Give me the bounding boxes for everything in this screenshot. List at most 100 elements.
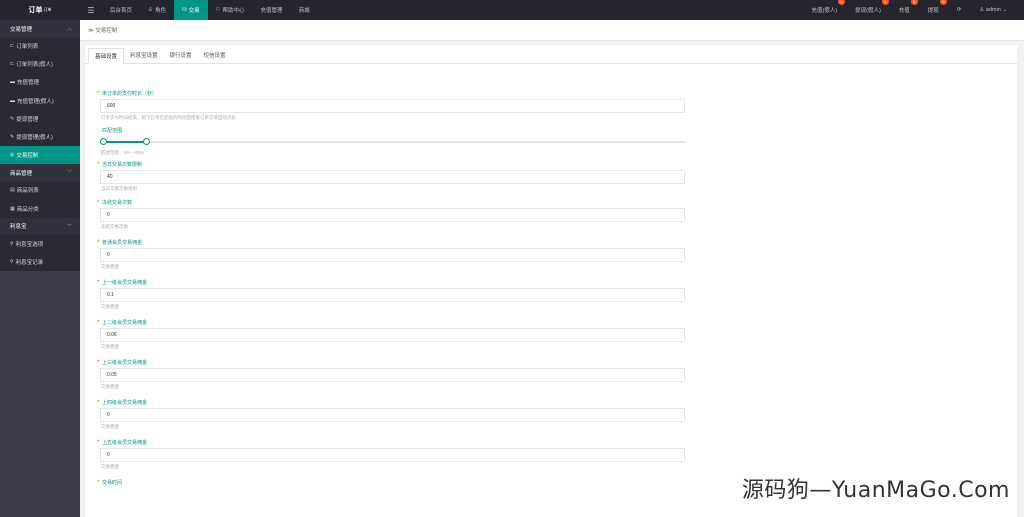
level1-commission-input[interactable]: 0.1: [100, 288, 685, 302]
dashboard-icon: ◎: [10, 152, 15, 159]
sidebar-item-recharge-fake[interactable]: ▬ 充值管理(假人): [0, 91, 80, 110]
breadcrumb: ≫ 交易控制: [80, 20, 1024, 41]
freeze-times-field: 冻结交易次数 0 冻结交易次数: [97, 199, 685, 231]
menu-toggle-icon[interactable]: ☰: [80, 6, 102, 15]
notification-badge: 0: [939, 0, 947, 5]
order-timeout-field: 未订单的支付时长（秒） 600 订单支付时间结束，则下订单在此处的时间后结束订单…: [97, 90, 685, 122]
daily-limit-field: 当日交易次数限制 40 当日交易次数限制: [97, 161, 685, 193]
field-label: 普通会员交易佣金: [97, 239, 685, 248]
slider-handle-min[interactable]: [100, 138, 107, 145]
sidebar-item-interest-records[interactable]: ⚲ 利息宝记录: [0, 252, 80, 272]
topnav-role[interactable]: ♙ 角色: [140, 0, 174, 20]
sidebar-item-recharge[interactable]: ▬ 充值管理: [0, 73, 80, 92]
settings-tabs: 基础设置 利息宝设置 银行设置 短信设置: [85, 48, 1017, 64]
sidebar-group-trade[interactable]: 交易管理 ︿: [0, 20, 80, 37]
topnav-recharge[interactable]: 充值管理: [253, 0, 291, 20]
notification-badge: 0: [881, 0, 889, 5]
watermark: 源码狗—YuanMaGo.Com: [737, 471, 1014, 505]
field-label: 冻结交易次数: [97, 199, 685, 208]
daily-limit-input[interactable]: 40: [100, 170, 685, 184]
recharge-link[interactable]: 充值 0: [890, 0, 919, 14]
sidebar-item-orders-fake[interactable]: ⊏ 订单列表(假人): [0, 55, 80, 74]
range-slider[interactable]: [100, 136, 685, 148]
field-help: 交易佣金: [101, 424, 119, 429]
sidebar-item-interest-options[interactable]: ⚲ 利息宝选项: [0, 234, 80, 253]
order-timeout-input[interactable]: 600: [100, 99, 685, 113]
field-help: 交易佣金: [101, 304, 119, 309]
top-nav: 后台首页 ♙ 角色 ⛁ 交易 ⚐ 帮助中心 充值管理 商城: [102, 0, 318, 20]
topnav-home[interactable]: 后台首页: [102, 0, 140, 20]
level2-commission-input[interactable]: 0.06: [100, 328, 685, 342]
level4-commission-field: 上四级会员交易佣金 0 交易佣金: [97, 399, 685, 431]
level4-commission-input[interactable]: 0: [100, 408, 685, 422]
sidebar-item-withdraw[interactable]: ✎ 提现管理: [0, 109, 80, 128]
sidebar-item-goods-category[interactable]: ▦ 商品分类: [0, 199, 80, 218]
tab-sms[interactable]: 短信设置: [198, 48, 232, 64]
topnav-trade[interactable]: ⛁ 交易: [173, 0, 208, 20]
tab-basic[interactable]: 基础设置: [88, 48, 125, 64]
notification-badge: 0: [838, 0, 846, 5]
cart-icon: ⊏: [10, 61, 15, 68]
level3-commission-field: 上三级会员交易佣金 0.05 交易佣金: [97, 359, 685, 391]
tab-interest[interactable]: 利息宝设置: [124, 48, 164, 64]
sidebar-group-interest[interactable]: 利息宝 ﹀: [0, 217, 80, 235]
normal-commission-field: 普通会员交易佣金 0 交易佣金: [97, 239, 685, 271]
field-help: 交易佣金: [101, 384, 119, 389]
slider-track: [100, 141, 685, 143]
field-label: 上四级会员交易佣金: [97, 399, 685, 408]
field-help: 匹配范围：5% ~ 85%: [101, 150, 145, 155]
level2-commission-field: 上二级会员交易佣金 0.06 交易佣金: [97, 319, 685, 351]
sidebar-item-orders[interactable]: ⊏ 订单列表: [0, 37, 80, 56]
field-label: 未订单的支付时长（秒）: [97, 90, 685, 99]
app-logo[interactable]: 订单 订单: [0, 0, 80, 20]
field-help: 交易佣金: [101, 344, 119, 349]
slider-handle-max[interactable]: [143, 138, 151, 145]
field-label: 上二级会员交易佣金: [97, 319, 685, 328]
freeze-times-input[interactable]: 0: [100, 208, 685, 222]
topnav-help[interactable]: ⚐ 帮助中心: [208, 0, 253, 20]
sidebar-item-goods-list[interactable]: ▤ 商品列表: [0, 181, 80, 200]
normal-commission-input[interactable]: 0: [100, 248, 685, 262]
field-label: 上一级会员交易佣金: [97, 279, 685, 288]
notification-badge: 0: [910, 0, 918, 5]
sidebar-item-withdraw-fake[interactable]: ✎ 提现管理(假人): [0, 127, 80, 147]
database-icon: ⛁: [181, 7, 187, 13]
tab-bank[interactable]: 银行设置: [164, 48, 198, 64]
level1-commission-field: 上一级会员交易佣金 0.1 交易佣金: [97, 279, 685, 311]
topnav-mall[interactable]: 商城: [291, 0, 318, 20]
sidebar-group-goods[interactable]: 商品管理 ﹀: [0, 164, 80, 182]
sidebar-item-trade-control[interactable]: ◎ 交易控制: [0, 146, 80, 165]
chevron-up-icon: ︿: [66, 26, 72, 32]
flag-icon: ⚐: [215, 7, 221, 13]
card-icon: ▬: [10, 97, 15, 104]
recharge-fake-link[interactable]: 充值(假人) 0: [802, 0, 846, 14]
edit-icon: ✎: [10, 115, 15, 122]
refresh-icon[interactable]: ⟳: [948, 7, 971, 13]
list-icon: ▤: [10, 187, 15, 194]
chevron-down-icon: ﹀: [66, 223, 72, 230]
trade-time-field: 交易时间: [97, 479, 685, 488]
field-help: 冻结交易次数: [101, 224, 128, 229]
field-label: 交易时间: [97, 479, 685, 488]
field-label: 上三级会员交易佣金: [97, 359, 685, 368]
withdraw-link[interactable]: 提现 0: [919, 0, 948, 14]
edit-icon: ✎: [10, 134, 15, 141]
chevron-down-icon: ﹀: [66, 170, 72, 177]
withdraw-fake-link[interactable]: 提现(假人) 0: [846, 0, 890, 14]
cart-icon: ⊏: [10, 43, 15, 50]
field-help: 交易佣金: [101, 464, 119, 469]
link-icon: ⚲: [10, 240, 14, 247]
level5-commission-input[interactable]: 0: [100, 448, 685, 462]
admin-menu[interactable]: ♙ admin ⌄: [970, 7, 1016, 13]
card-icon: ▬: [10, 79, 15, 86]
slider-fill: [100, 141, 147, 143]
field-help: 当日交易次数限制: [101, 186, 137, 191]
field-label: 上五级会员交易佣金: [97, 439, 685, 448]
grid-icon: ▦: [10, 205, 15, 212]
settings-form: 未订单的支付时长（秒） 600 订单支付时间结束，则下订单在此处的时间后结束订单…: [97, 90, 685, 488]
field-help: 订单支付时间结束，则下订单在此处的时间后结束订单交易自动流标: [101, 115, 236, 120]
user-icon: ♙: [148, 7, 153, 13]
top-bar: 订单 订单 ☰ 后台首页 ♙ 角色 ⛁ 交易 ⚐ 帮助中心 充值管理 商城 充值(假人)…: [0, 0, 1024, 20]
top-right: 充值(假人) 0 提现(假人) 0 充值 0 提现 0 ⟳ ♙ admin ⌄: [802, 0, 1024, 20]
level3-commission-input[interactable]: 0.05: [100, 368, 685, 382]
